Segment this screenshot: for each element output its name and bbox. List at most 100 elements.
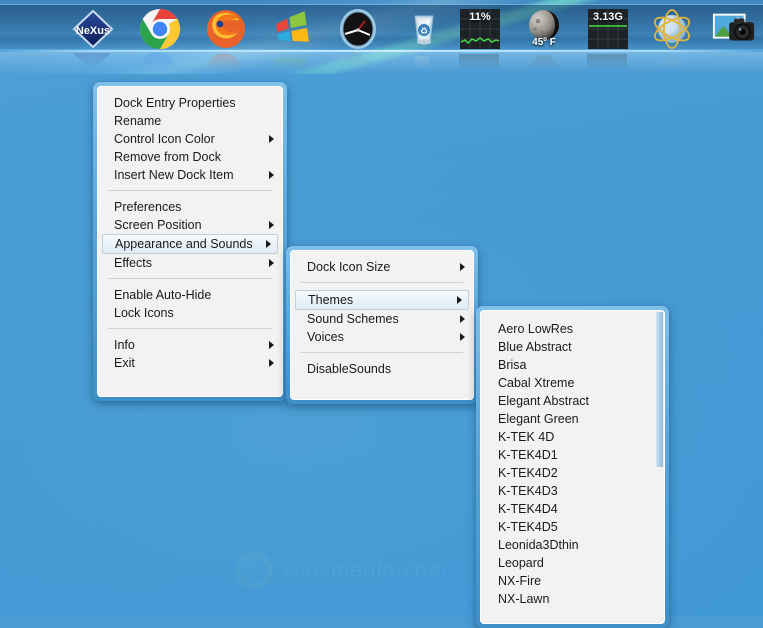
menu-item-voices[interactable]: Voices [291,328,473,346]
theme-item-k-tek4d5[interactable]: K-TEK4D5 [481,518,664,536]
dock-item-memory[interactable]: 3.13G [585,8,631,72]
menu-item-dock-icon-size[interactable]: Dock Icon Size [291,258,473,276]
menu-item-label: Appearance and Sounds [115,237,253,251]
menu-item-enable-auto-hide[interactable]: Enable Auto-Hide [98,286,282,304]
menu-item-appearance-and-sounds[interactable]: Appearance and Sounds [102,234,278,254]
menu-item-label: Info [114,338,135,352]
theme-item-k-tek4d2[interactable]: K-TEK4D2 [481,464,664,482]
dock-item-reflection [711,52,757,72]
theme-item-cabal-xtreme[interactable]: Cabal Xtreme [481,374,664,392]
menu-item-label: Control Icon Color [114,132,215,146]
analog-clock-icon [340,9,376,49]
dock-item-reflection [585,52,631,72]
submenu-arrow-icon [269,259,274,267]
camera-photo-icon [712,13,755,41]
menu-item-rename[interactable]: Rename [98,112,282,130]
menu-item-label: Insert New Dock Item [114,168,234,182]
dock-item-reflection [521,52,567,74]
dock-item-reflection [70,52,116,72]
menu-item-dock-entry-properties[interactable]: Dock Entry Properties [98,94,282,112]
dock-item-reflection [649,52,695,74]
dock-item-photos[interactable] [711,8,757,72]
menu-surface: Dock Entry Properties Rename Control Ico… [97,86,283,397]
menu-item-lock-icons[interactable]: Lock Icons [98,304,282,322]
theme-item-elegant-abstract[interactable]: Elegant Abstract [481,392,664,410]
submenu-arrow-icon [460,315,465,323]
menu-item-effects[interactable]: Effects [98,254,282,272]
dock-item-reflection [335,52,381,74]
menu-item-disable-sounds[interactable]: DisableSounds [291,360,473,378]
theme-item-k-tek4d4[interactable]: K-TEK4D4 [481,500,664,518]
menu-item-exit[interactable]: Exit [98,354,282,372]
theme-item-elegant-green[interactable]: Elegant Green [481,410,664,428]
watermark-logo-icon [235,551,273,589]
dock-item-reflection [401,52,447,72]
themes-scrollbar[interactable] [656,312,663,622]
menu-separator [301,282,463,283]
menu-separator [301,352,463,353]
menu-item-themes[interactable]: Themes [295,290,469,310]
menu-item-label: Effects [114,256,152,270]
themes-scrollbar-thumb[interactable] [656,312,663,467]
theme-item-brisa[interactable]: Brisa [481,356,664,374]
menu-item-sound-schemes[interactable]: Sound Schemes [291,310,473,328]
theme-item-k-tek4d3[interactable]: K-TEK4D3 [481,482,664,500]
menu-item-preferences[interactable]: Preferences [98,198,282,216]
menu-separator [108,328,272,329]
menu-item-label: Voices [307,330,344,344]
dock-item-clock[interactable] [335,8,381,74]
dock-item-reflection [137,52,183,74]
theme-item-leonida3dthin[interactable]: Leonida3Dthin [481,536,664,554]
menu-surface: Dock Icon Size Themes Sound Schemes Voic… [290,250,474,400]
submenu-arrow-icon [269,341,274,349]
menu-item-label: Themes [308,293,354,307]
theme-item-nx-lawn[interactable]: NX-Lawn [481,590,664,608]
menu-item-label: Dock Icon Size [307,260,391,274]
nexus-dock[interactable]: NeXus ♻ 11% 45º F 3.13G [0,0,763,74]
dock-item-cpu[interactable]: 11% [457,8,503,72]
menu-separator [108,190,272,191]
submenu-arrow-icon [269,359,274,367]
menu-item-remove-from-dock[interactable]: Remove from Dock [98,148,282,166]
cpu-value: 11% [469,11,491,23]
submenu-arrow-icon [460,333,465,341]
dock-item-recyclebin[interactable]: ♻ [401,8,447,72]
theme-item-k-tek-4d[interactable]: K-TEK 4D [481,428,664,446]
dock-item-reflection [203,52,249,74]
svg-text:NeXus: NeXus [76,25,110,37]
dock-item-nexus[interactable]: NeXus [70,8,116,71]
menu-item-insert-new-dock-item[interactable]: Insert New Dock Item [98,166,282,184]
theme-item-aero-lowres[interactable]: Aero LowRes [481,320,664,338]
menu-surface: Aero LowRes Blue Abstract Brisa Cabal Xt… [480,310,665,624]
theme-item-k-tek4d1[interactable]: K-TEK4D1 [481,446,664,464]
menu-item-label: Exit [114,356,135,370]
recycle-bin-icon: ♻ [414,15,434,45]
theme-item-nx-fire[interactable]: NX-Fire [481,572,664,590]
menu-separator [108,278,272,279]
watermark-text: winxmedia.com [283,557,448,583]
appearance-and-sounds-submenu[interactable]: Dock Icon Size Themes Sound Schemes Voic… [286,246,478,404]
theme-item-blue-abstract[interactable]: Blue Abstract [481,338,664,356]
dock-item-windows[interactable] [269,8,315,72]
submenu-arrow-icon [269,171,274,179]
globe-network-icon [653,9,691,49]
dock-item-weather[interactable]: 45º F [521,8,567,74]
submenu-arrow-icon [269,221,274,229]
dock-item-chrome[interactable] [137,8,183,74]
menu-item-label: Screen Position [114,218,202,232]
nexus-logo-icon: NeXus [72,9,114,49]
submenu-arrow-icon [266,240,271,248]
dock-entry-context-menu[interactable]: Dock Entry Properties Rename Control Ico… [93,82,287,401]
dock-item-firefox[interactable] [203,8,249,74]
menu-item-control-icon-color[interactable]: Control Icon Color [98,130,282,148]
windows-logo-icon [276,11,309,42]
submenu-arrow-icon [457,296,462,304]
menu-item-label: Sound Schemes [307,312,399,326]
theme-item-leopard[interactable]: Leopard [481,554,664,572]
menu-item-screen-position[interactable]: Screen Position [98,216,282,234]
memory-value: 3.13G [593,11,623,23]
dock-item-network[interactable] [649,8,695,74]
themes-submenu[interactable]: Aero LowRes Blue Abstract Brisa Cabal Xt… [476,306,669,628]
dock-item-reflection [457,52,503,72]
menu-item-info[interactable]: Info [98,336,282,354]
